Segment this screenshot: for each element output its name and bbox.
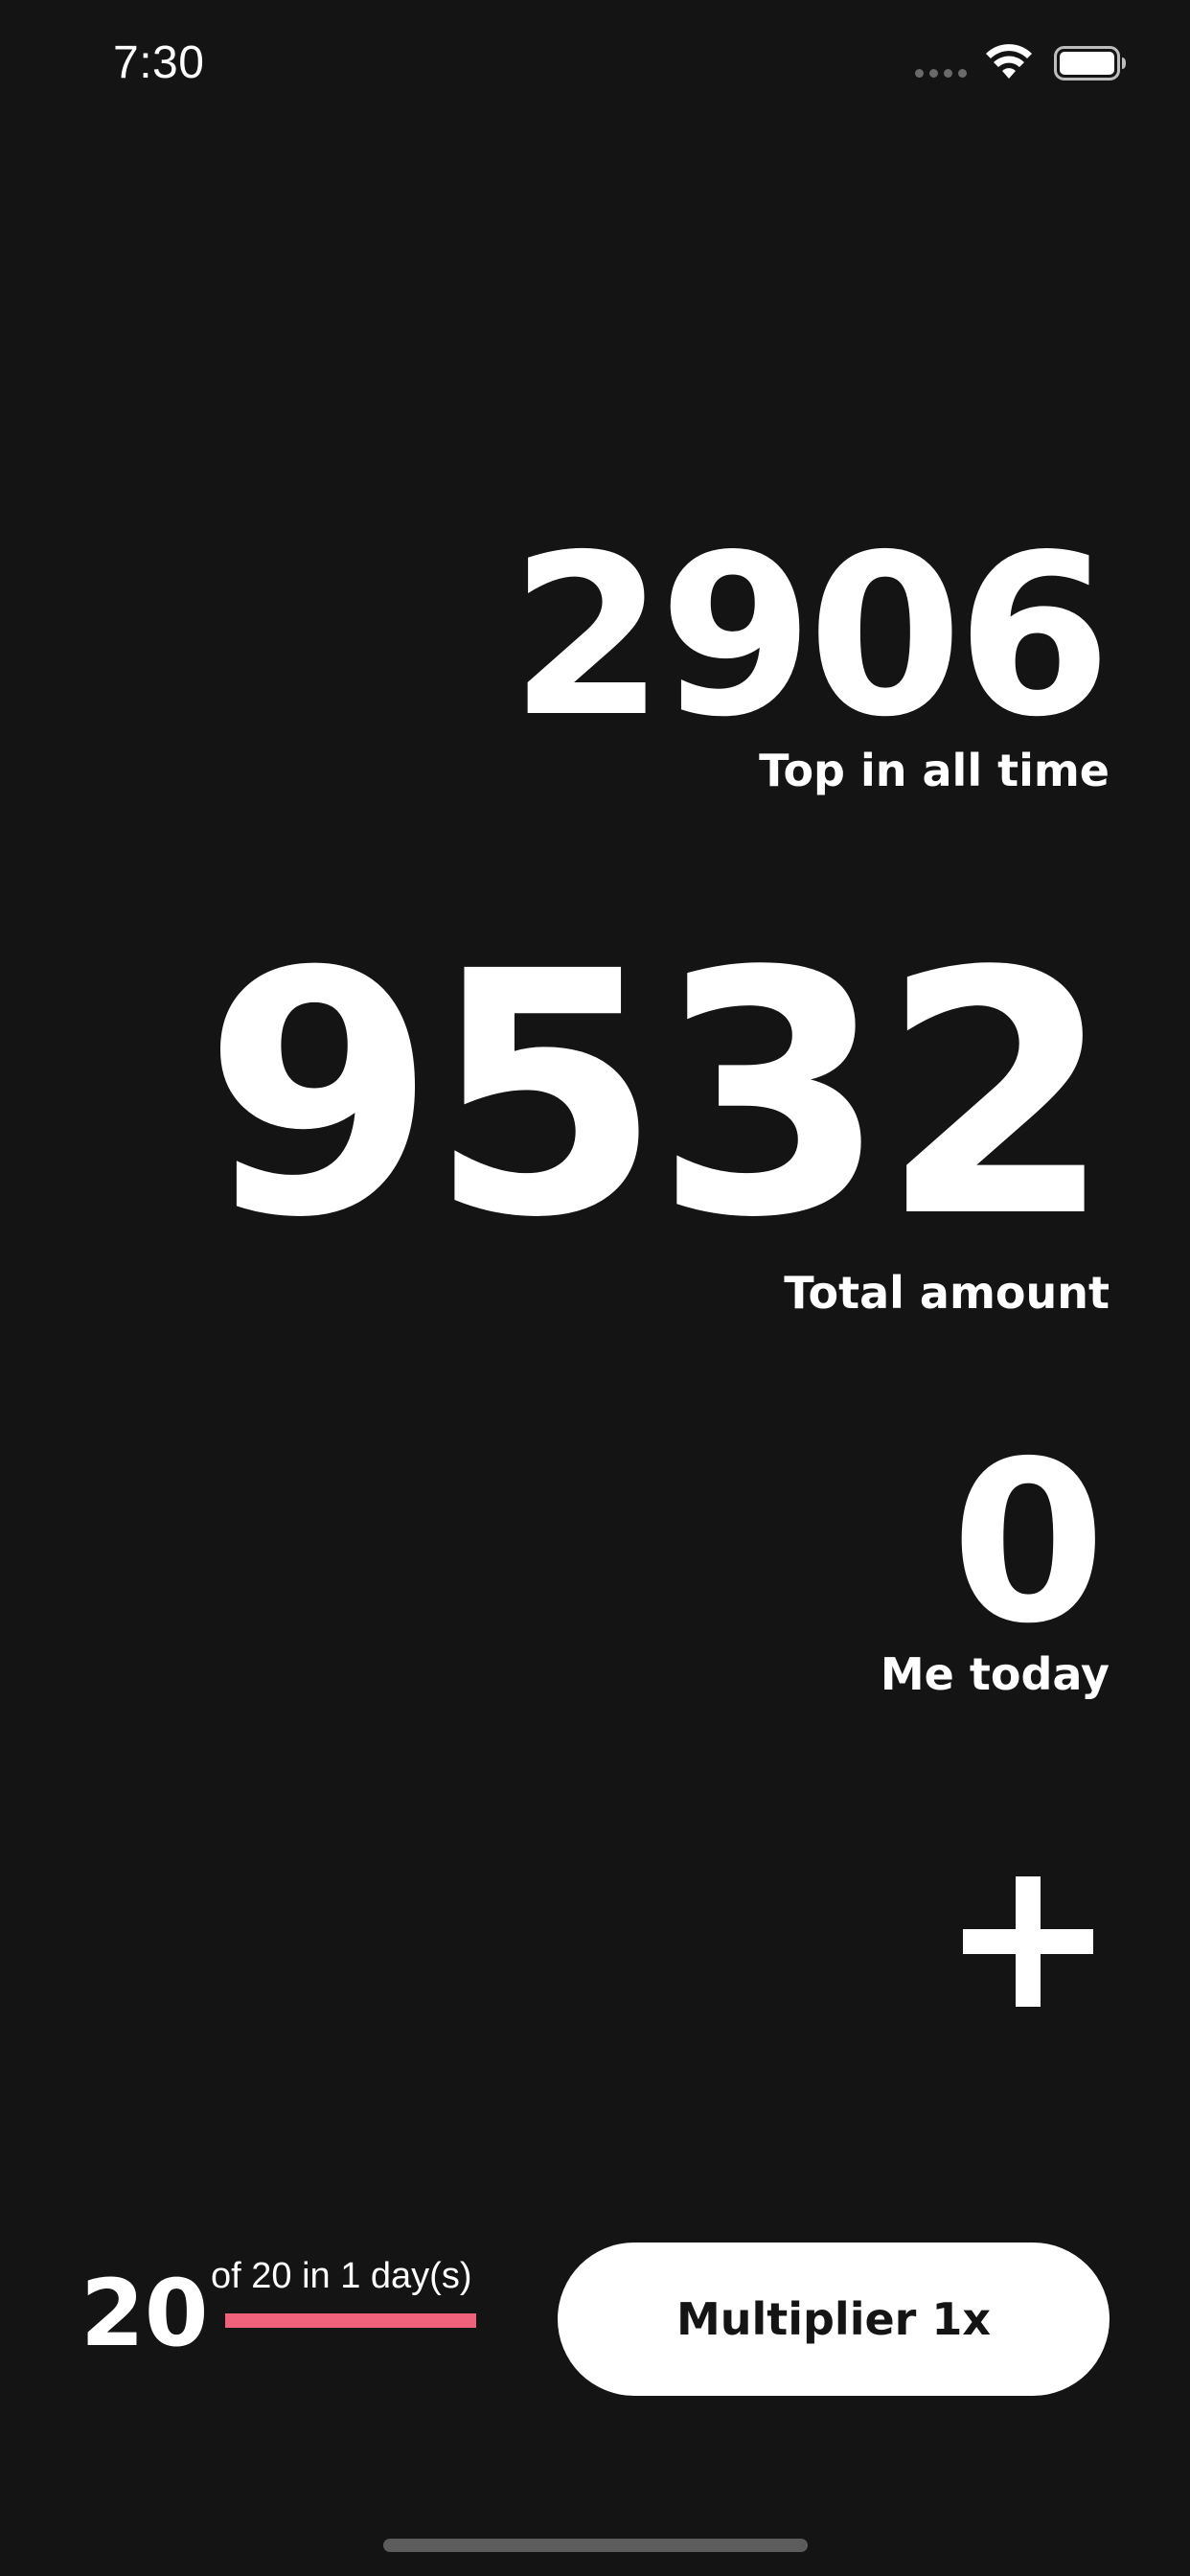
top-all-time-label: Top in all time xyxy=(759,745,1110,796)
status-time: 7:30 xyxy=(113,37,205,88)
add-button[interactable] xyxy=(963,1876,1093,2007)
total-amount-label: Total amount xyxy=(784,1267,1110,1319)
multiplier-button[interactable]: Multiplier 1x xyxy=(558,2242,1110,2396)
signal-icon xyxy=(915,69,969,79)
wifi-icon xyxy=(986,44,1032,79)
home-indicator[interactable] xyxy=(383,2539,808,2552)
me-today-value: 0 xyxy=(950,1414,1106,1672)
me-today-label: Me today xyxy=(880,1648,1110,1700)
top-all-time-value: 2906 xyxy=(510,507,1111,766)
quota-progress-bar xyxy=(225,2313,476,2328)
quota-progress-fill xyxy=(225,2313,476,2328)
quota-count: 20 xyxy=(80,2260,209,2367)
status-bar: 7:30 xyxy=(0,0,1190,134)
quota-text: of 20 in 1 day(s) xyxy=(211,2256,472,2296)
battery-icon xyxy=(1054,46,1126,80)
total-amount-value: 9532 xyxy=(202,900,1113,1291)
